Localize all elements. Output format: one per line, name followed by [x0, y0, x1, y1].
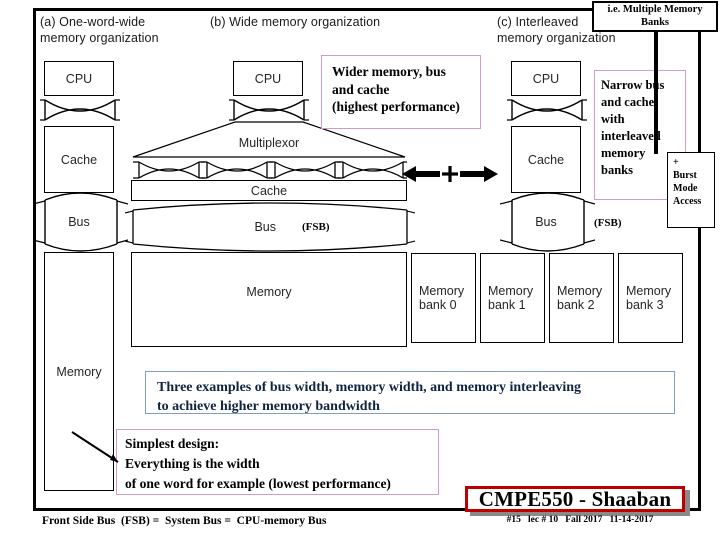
column-c-fsb-note: (FSB) — [594, 217, 622, 229]
column-b-wide-bus-connectors — [131, 158, 407, 182]
callout-wider-memory: Wider memory, bus and cache (highest per… — [321, 55, 481, 129]
column-c-cpu-box: CPU — [511, 61, 581, 96]
memory-bank-2-label: Memory bank 2 — [557, 284, 603, 312]
column-a-bus-connector-upper — [40, 96, 120, 124]
memory-bank-3-label: Memory bank 3 — [626, 284, 672, 312]
memory-bank-0-label: Memory bank 0 — [419, 284, 465, 312]
column-c-cpu-label: CPU — [532, 71, 560, 86]
column-b-cpu-box: CPU — [233, 61, 303, 96]
multiple-banks-connector-line — [654, 32, 658, 154]
column-b-cache-label: Cache — [250, 183, 288, 198]
column-b-multiplexor-label: Multiplexor — [238, 136, 300, 150]
footer-fsb-definition: Front Side Bus (FSB) = System Bus = CPU-… — [42, 515, 327, 527]
memory-bank-0-box: Memory bank 0 — [411, 253, 476, 343]
course-title-label: CMPE550 - Shaaban — [478, 486, 672, 511]
slide-canvas: (a) One-word-wide memory organization (b… — [0, 0, 720, 540]
callout-multiple-memory-banks: i.e. Multiple Memory Banks — [592, 1, 718, 32]
memory-bank-3-box: Memory bank 3 — [618, 253, 683, 343]
memory-bank-1-box: Memory bank 1 — [480, 253, 545, 343]
column-b-fsb-note: (FSB) — [302, 221, 330, 233]
column-b-memory-label: Memory — [246, 285, 292, 299]
memory-bank-1-label: Memory bank 1 — [488, 284, 534, 312]
callout-simplest-design: Simplest design: Everything is the width… — [116, 429, 439, 495]
column-b-bus-label: Bus — [254, 220, 276, 234]
column-a-cache-label: Cache — [60, 152, 98, 167]
caption-column-b: (b) Wide memory organization — [210, 15, 381, 29]
footer-meta-label: #15 lec # 10 Fall 2017 11-14-2017 — [506, 515, 654, 525]
arrow-left-icon — [402, 166, 498, 182]
memory-bank-2-box: Memory bank 2 — [549, 253, 614, 343]
column-a-cache-box: Cache — [44, 126, 114, 193]
course-title-plate: CMPE550 - Shaaban — [465, 486, 685, 512]
column-a-memory-label: Memory — [56, 364, 102, 379]
column-a-bus-label: Bus — [68, 215, 90, 229]
column-b-cpu-label: CPU — [254, 71, 282, 86]
plus-icon — [442, 166, 458, 182]
column-b-memory-box: Memory — [131, 252, 407, 347]
column-c-cache-label: Cache — [527, 152, 565, 167]
column-c-cpu-connector — [507, 96, 587, 124]
column-c-bus-label: Bus — [535, 215, 557, 229]
column-a-cpu-box: CPU — [44, 61, 114, 96]
simplest-design-pointer-line — [70, 430, 122, 466]
callout-burst-mode: + Burst Mode Access — [667, 152, 715, 228]
column-c-cache-box: Cache — [511, 126, 581, 193]
callout-summary: Three examples of bus width, memory widt… — [145, 371, 675, 414]
caption-column-a: (a) One-word-wide memory organization — [40, 15, 159, 45]
column-a-cpu-label: CPU — [65, 71, 93, 86]
column-b-cache-box: Cache — [131, 180, 407, 201]
comparison-symbols-group — [400, 158, 500, 190]
